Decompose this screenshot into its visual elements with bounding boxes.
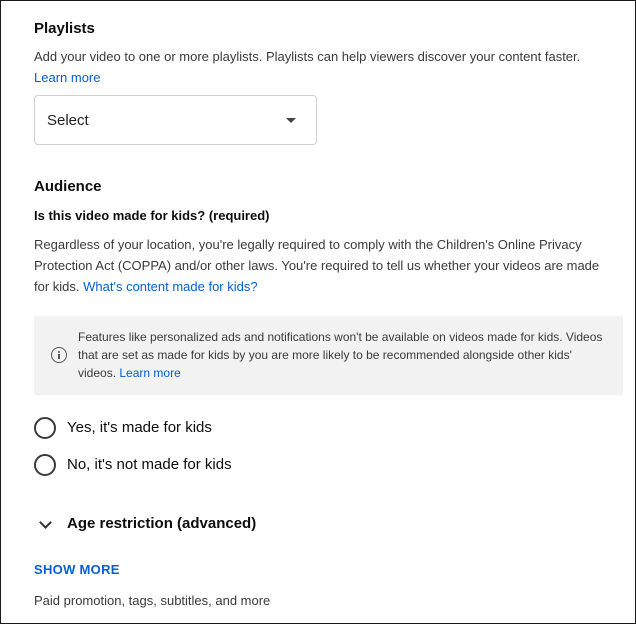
age-restriction-label[interactable]: Age restriction (advanced) [67, 515, 256, 532]
audience-heading: Audience [34, 178, 102, 195]
show-more-button[interactable]: SHOW MORE [34, 562, 120, 577]
made-for-kids-question: Is this video made for kids? (required) [34, 208, 270, 223]
kids-info-learn-more-link[interactable]: Learn more [119, 366, 180, 380]
radio-unchecked-icon[interactable] [34, 417, 56, 439]
playlists-heading: Playlists [34, 20, 95, 37]
radio-unchecked-icon[interactable] [34, 454, 56, 476]
info-icon [51, 347, 67, 363]
made-for-kids-info-link[interactable]: What's content made for kids? [83, 279, 257, 294]
kids-info-text: Features like personalized ads and notif… [78, 328, 608, 382]
show-more-subtitle: Paid promotion, tags, subtitles, and mor… [34, 593, 271, 608]
radio-yes-label[interactable]: Yes, it's made for kids [67, 419, 212, 436]
playlists-learn-more-link[interactable]: Learn more [34, 70, 100, 85]
caret-down-icon [286, 118, 296, 123]
playlists-select[interactable]: Select [34, 95, 317, 145]
playlists-description-text: Add your video to one or more playlists.… [34, 49, 581, 64]
kids-info-notice: Features like personalized ads and notif… [34, 316, 623, 395]
details-panel: Playlists Add your video to one or more … [0, 0, 636, 624]
audience-description: Regardless of your location, you're lega… [34, 234, 604, 297]
age-restriction-toggle[interactable]: Age restriction (advanced) [34, 512, 334, 536]
chevron-down-icon [39, 516, 52, 529]
radio-no-label[interactable]: No, it's not made for kids [67, 456, 232, 473]
playlists-select-value: Select [47, 112, 89, 129]
playlists-description: Add your video to one or more playlists.… [34, 46, 604, 88]
